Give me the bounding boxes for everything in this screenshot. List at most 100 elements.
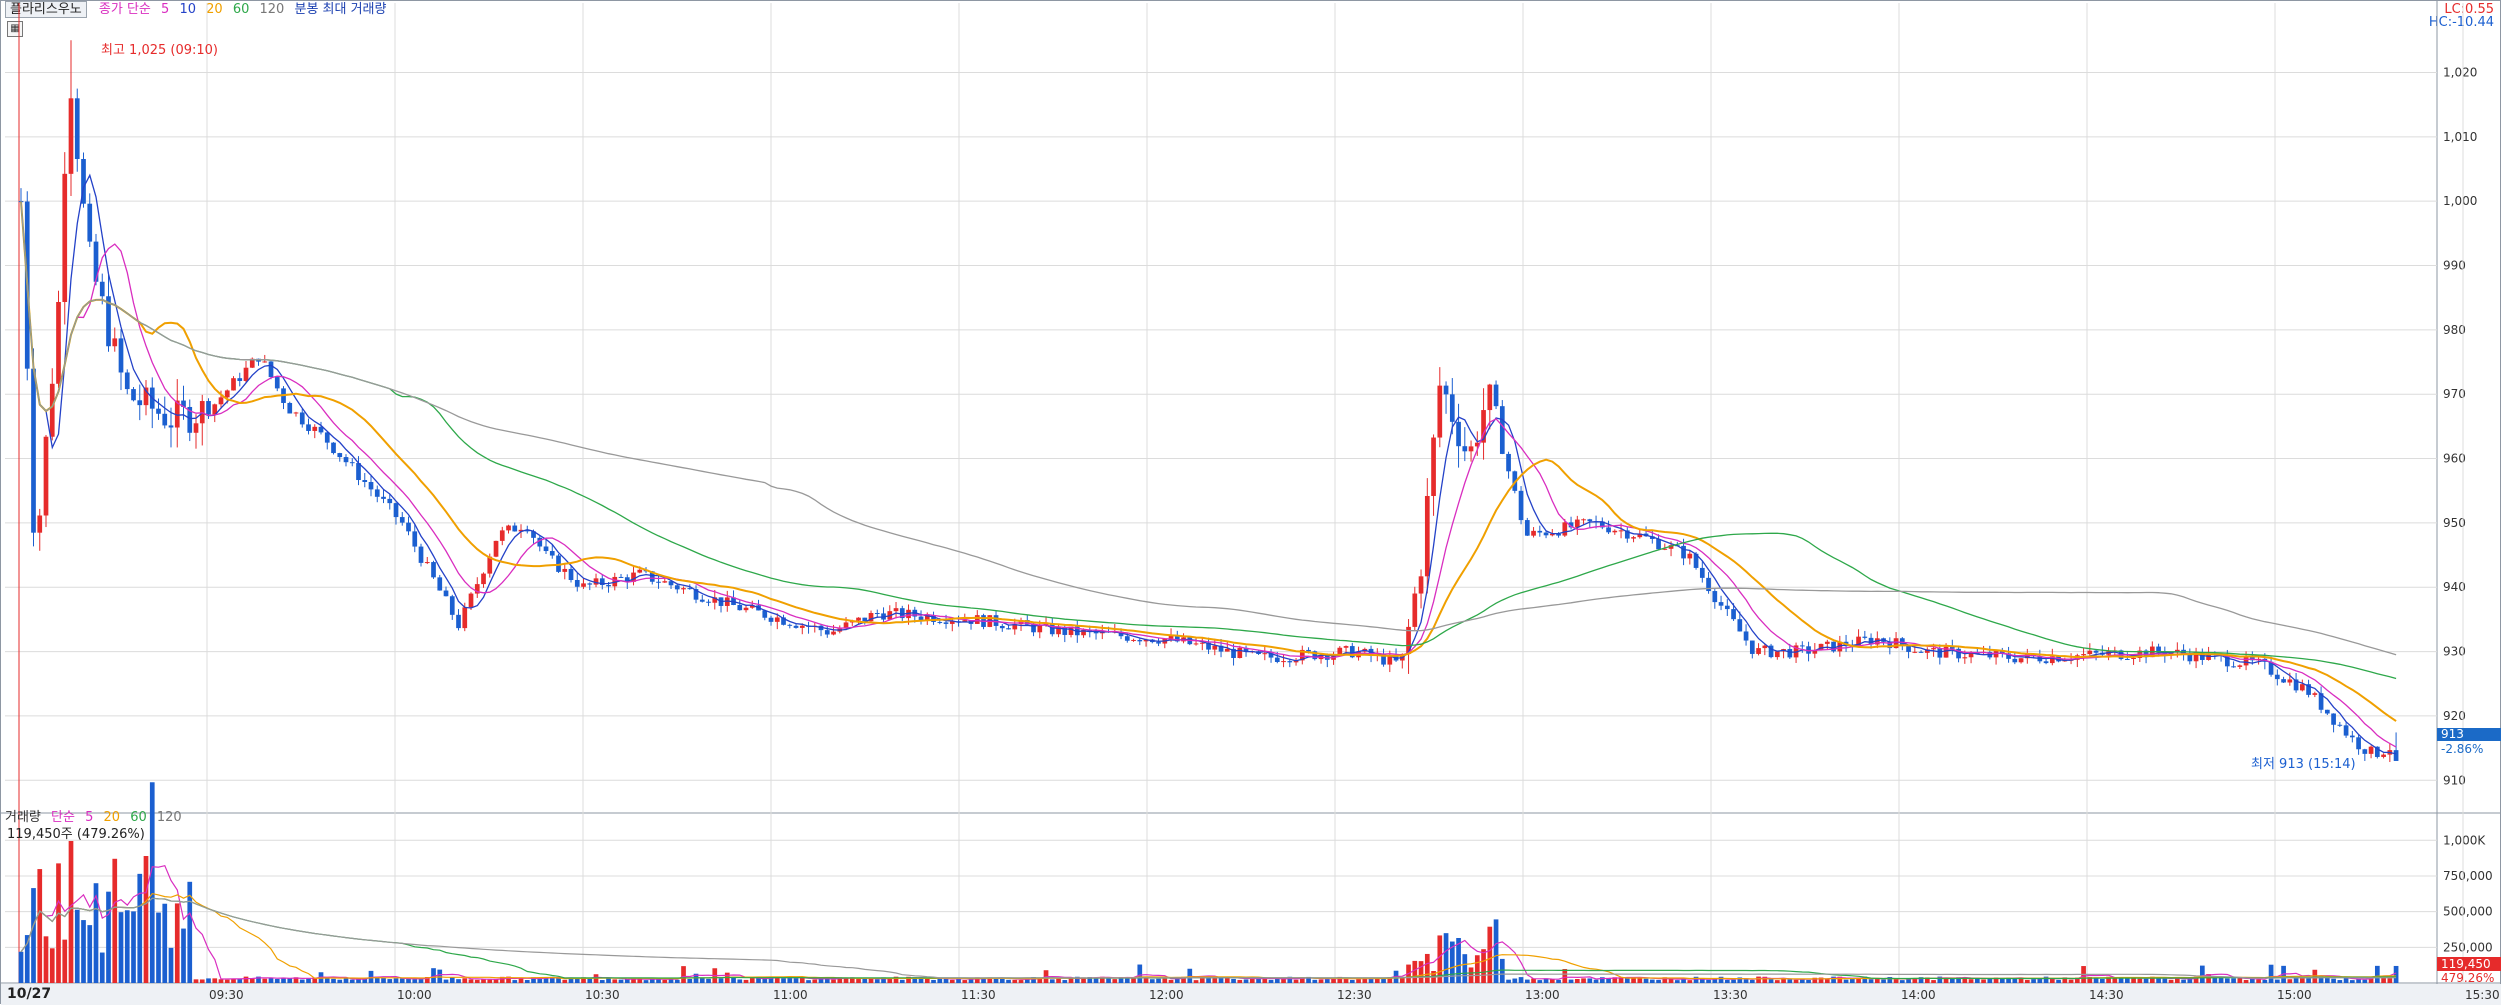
volume-bar xyxy=(2137,978,2143,983)
candle-body xyxy=(1418,576,1424,594)
candle-body xyxy=(1731,609,1736,620)
time-tick-label: 12:30 xyxy=(1337,988,1372,1002)
candle-body xyxy=(1443,385,1449,395)
volume-bar xyxy=(1643,978,1649,983)
candle-body xyxy=(574,579,580,587)
volume-bar xyxy=(112,858,118,983)
candle-body xyxy=(937,621,943,623)
current-volume-badge: 119,450 xyxy=(2437,957,2501,971)
volume-bar xyxy=(1693,976,1699,983)
volume-bar xyxy=(1049,979,1055,983)
volume-bar xyxy=(2056,979,2061,983)
volume-bar xyxy=(718,978,724,983)
volume-bar xyxy=(1231,978,1236,983)
candle-body xyxy=(312,426,318,431)
volume-bar xyxy=(243,976,249,983)
candle-body xyxy=(118,338,124,373)
candle-body xyxy=(943,622,949,624)
candle-body xyxy=(56,301,61,384)
volume-bar xyxy=(68,841,74,983)
volume-bar xyxy=(174,903,180,983)
volume-bar xyxy=(2356,979,2361,983)
volume-bar xyxy=(2068,979,2074,983)
candle-body xyxy=(1124,636,1130,641)
volume-bar xyxy=(343,978,349,983)
volume-bar xyxy=(1068,978,1074,983)
candle-body xyxy=(1743,631,1749,641)
candle-body xyxy=(362,480,368,483)
candle-body xyxy=(1287,661,1293,663)
candle-body xyxy=(2331,713,2336,725)
candle-body xyxy=(99,281,105,297)
candle-body xyxy=(74,98,80,160)
volume-bar xyxy=(1493,919,1499,983)
volume-bar xyxy=(299,979,305,983)
candle-body xyxy=(2081,654,2086,656)
price-tick-label: 930 xyxy=(2443,645,2466,659)
time-tick-label: 14:30 xyxy=(2089,988,2124,1002)
candle-body xyxy=(768,617,774,622)
time-tick-label: 10:30 xyxy=(585,988,620,1002)
candle-body xyxy=(699,599,705,602)
volume-bar xyxy=(1574,979,1580,983)
candle-body xyxy=(2237,665,2243,667)
candle-body xyxy=(2362,749,2368,754)
candle-body xyxy=(637,569,643,573)
volume-tick-label: 750,000 xyxy=(2443,869,2493,883)
candle-body xyxy=(418,546,424,563)
volume-bar xyxy=(2387,978,2393,983)
volume-bar xyxy=(1999,978,2005,983)
price-tick-label: 960 xyxy=(2443,452,2466,466)
volume-bar xyxy=(1968,979,1974,983)
volume-bar xyxy=(649,979,655,983)
candle-body xyxy=(349,462,355,464)
candle-body xyxy=(156,408,161,414)
volume-bar xyxy=(1462,954,1468,983)
candle-body xyxy=(1506,453,1511,472)
volume-bar xyxy=(1868,979,1874,983)
candle-body xyxy=(656,581,661,583)
candle-body xyxy=(2012,658,2018,663)
candle-body xyxy=(587,583,593,585)
candle-body xyxy=(62,173,68,302)
volume-bar xyxy=(606,978,611,983)
volume-bar xyxy=(874,979,880,983)
candle-body xyxy=(1337,647,1343,655)
candle-body xyxy=(1193,643,1199,645)
candle-body xyxy=(2356,737,2361,750)
volume-bar xyxy=(512,980,518,983)
candle-body xyxy=(2393,750,2399,761)
candle-body xyxy=(387,498,393,504)
volume-bar xyxy=(1537,980,1543,983)
candle-body xyxy=(1449,394,1455,422)
volume-bar xyxy=(612,979,618,983)
volume-bar xyxy=(262,978,268,983)
candle-body xyxy=(1487,384,1493,411)
volume-bar xyxy=(2374,965,2380,983)
volume-bar xyxy=(793,978,799,983)
candle-body xyxy=(1137,639,1143,642)
volume-bar xyxy=(2199,965,2205,983)
volume-bar xyxy=(1006,979,1011,983)
volume-bar xyxy=(2024,979,2030,983)
volume-bar xyxy=(412,979,418,983)
volume-bar xyxy=(706,978,711,983)
volume-bar xyxy=(37,869,43,983)
current-price-change: -2.86% xyxy=(2441,742,2484,756)
volume-bar xyxy=(1193,980,1199,983)
candle-body xyxy=(506,525,511,531)
volume-bar xyxy=(2237,978,2243,983)
volume-bar xyxy=(356,979,361,983)
volume-bar xyxy=(349,979,355,983)
volume-bar xyxy=(887,978,893,983)
volume-ma5-line xyxy=(20,864,2397,981)
candle-body xyxy=(1581,519,1586,521)
candle-body xyxy=(293,412,299,414)
candle-body xyxy=(337,453,343,458)
volume-bar xyxy=(1256,978,1261,983)
price-volume-chart[interactable]: 910 920 930 940 950 960 970 980 990 1,000 1,010 1,0… xyxy=(1,1,2501,1005)
time-tick-label: 15:30:00 xyxy=(2465,988,2501,1002)
candle-body xyxy=(1787,649,1793,658)
candle-body xyxy=(1918,651,1924,653)
candle-body xyxy=(2324,709,2330,714)
